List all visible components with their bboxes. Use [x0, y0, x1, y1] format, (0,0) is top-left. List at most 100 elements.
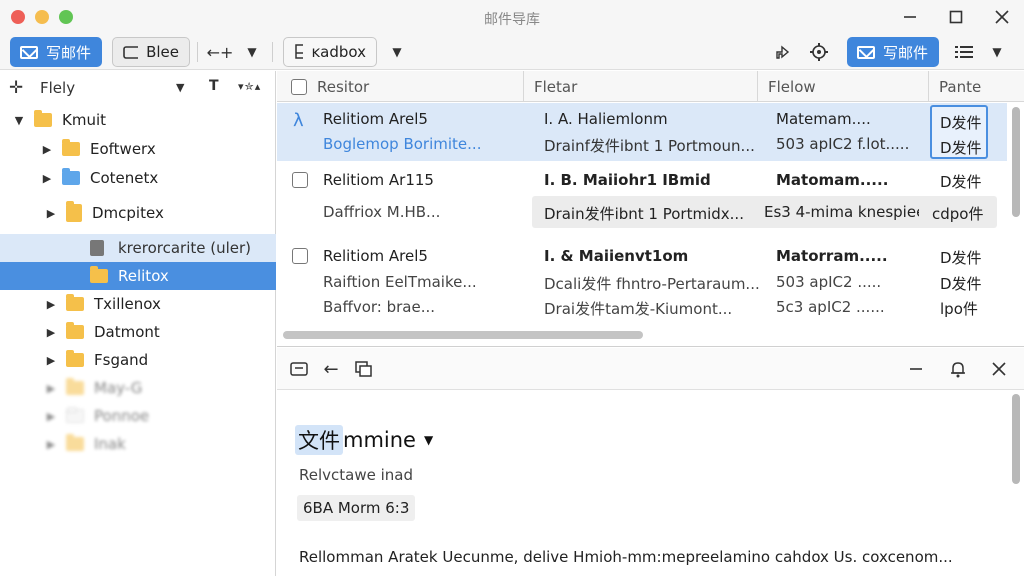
row-preview-highlight: Drain发件ibnt 1 Portmidx... Es3 4-mima kne… [532, 196, 997, 228]
vertical-scrollbar[interactable] [1012, 107, 1020, 217]
row-subject-secondary: Dcali发件 fhntro-Pertaraum... [544, 275, 760, 293]
row-sender-tertiary: Baffvor: brae... [323, 298, 436, 316]
sidebar-item-dmcpitex[interactable]: ▶ Dmcpitex [0, 199, 276, 227]
sidebar-item-kmuit[interactable]: ▼ Kmuit [0, 106, 276, 134]
move-icon[interactable]: ✛ [9, 78, 23, 98]
chevron-right-icon[interactable]: ▶ [44, 326, 58, 339]
sidebar-item-eoftwerx[interactable]: ▶ Eoftwerx [0, 135, 276, 163]
chevron-right-icon[interactable]: ▶ [44, 298, 58, 311]
compose-label: 写邮件 [46, 43, 92, 62]
maximize-icon[interactable] [945, 6, 967, 28]
column-header-pane[interactable]: Pante [929, 71, 1024, 102]
sidebar-item-may-g[interactable]: ▶ May-G [0, 374, 276, 402]
filter-icon[interactable]: ▾✮▴ [238, 80, 261, 93]
row-flow-secondary: 503 apIC2 f.lot..... [776, 135, 910, 153]
archive-icon[interactable] [288, 358, 310, 380]
close-icon[interactable] [988, 358, 1010, 380]
folder-icon [62, 168, 80, 185]
folder-icon [66, 322, 84, 339]
sidebar-item-krerorcarite[interactable]: krerorcarite (uler) [0, 234, 276, 262]
row-sender-secondary: Boglemop Borimite... [323, 135, 482, 153]
row-subject-secondary: Drainf发件ibnt 1 Portmoun... [544, 137, 755, 155]
row-sender: Relitiom Arel5 [323, 247, 428, 265]
forward-button[interactable]: ←+ [206, 37, 234, 67]
row-checkbox[interactable] [292, 172, 308, 188]
sidebar-item-label: Fsgand [94, 351, 149, 369]
vertical-scrollbar[interactable] [1012, 394, 1020, 484]
compose-button-2[interactable]: 写邮件 [847, 37, 939, 67]
column-header-sender[interactable]: Resitor [307, 71, 524, 102]
row-flow: Matemam.... [776, 110, 871, 128]
folder-icon [66, 407, 84, 423]
message-subject: 文件 mmine ▼ [295, 424, 433, 456]
toolbar-divider [197, 42, 198, 62]
toolbar: 写邮件 Blee ←+ ▼ ĸadbox ▼ 写邮件 ▼ [0, 34, 1024, 70]
row-subject-secondary: Drain发件ibnt 1 Portmidx... [544, 205, 744, 223]
row-pane-tertiary: lpo件 [940, 300, 978, 318]
sidebar-item-cotenetx[interactable]: ▶ Cotenetx [0, 164, 276, 192]
column-label: Resitor [317, 77, 370, 96]
message-subject-text: mmine [343, 428, 416, 452]
copy-icon[interactable] [353, 358, 375, 380]
inbox-button[interactable]: ĸadbox [283, 37, 377, 67]
sidebar-item-label: May-G [94, 379, 143, 397]
date-badge: 6BA Morm 6:3 [297, 495, 416, 521]
column-header-subject[interactable]: Fletar [524, 71, 758, 102]
chevron-right-icon[interactable]: ▶ [44, 207, 58, 220]
chevron-down-icon[interactable]: ▼ [386, 37, 408, 67]
envelope-icon [20, 45, 38, 59]
chevron-down-icon[interactable]: ▼ [424, 433, 433, 447]
blee-button[interactable]: Blee [112, 37, 190, 67]
sidebar-item-fsgand[interactable]: ▶ Fsgand [0, 346, 276, 374]
title-bar: 邮件导库 [0, 0, 1024, 34]
chevron-right-icon[interactable]: ▶ [40, 143, 54, 156]
thread-icon: λ [293, 110, 304, 131]
folder-icon [66, 294, 84, 311]
chevron-right-icon[interactable]: ▶ [40, 172, 54, 185]
sidebar-item-relitox[interactable]: Relitox [0, 262, 276, 290]
table-row[interactable]: λ Relitiom Arel5 Boglemop Borimite... I.… [277, 103, 1007, 161]
row-subject: I. A. Haliemlonm [544, 110, 668, 128]
row-flow: Matomam..... [776, 171, 889, 189]
sidebar-item-label: Inak [94, 435, 126, 453]
chevron-down-icon[interactable]: ▼ [240, 37, 264, 67]
table-row[interactable]: Relitiom Arel5 Raiftion EelTmaike... Baf… [277, 241, 1007, 331]
column-header-flow[interactable]: Flelow [758, 71, 929, 102]
sidebar-item-datmont[interactable]: ▶ Datmont [0, 318, 276, 346]
blee-label: Blee [146, 43, 179, 61]
back-arrow-icon[interactable]: ← [320, 358, 342, 380]
chevron-right-icon[interactable]: ▶ [44, 410, 58, 423]
row-flow-secondary: 503 apIC2 ..... [776, 273, 882, 291]
column-label: Pante [939, 77, 982, 96]
minimize-icon[interactable] [899, 6, 921, 28]
minimize-icon[interactable] [905, 358, 927, 380]
row-flow-tertiary: 5c3 apIC2 ...... [776, 298, 885, 316]
chevron-right-icon[interactable]: ▶ [44, 382, 58, 395]
horizontal-scrollbar[interactable] [283, 331, 643, 339]
sidebar-item-label: Ponnoe [94, 407, 150, 425]
chevron-down-icon[interactable]: ▼ [986, 37, 1008, 67]
table-row[interactable]: Relitiom Ar115 Daffriox M.HB... I. B. Ma… [277, 165, 1007, 233]
sidebar-item-inak[interactable]: ▶ Inak [0, 430, 276, 458]
row-pane-box[interactable]: D发件 D发件 [930, 105, 988, 159]
sidebar-item-txillenox[interactable]: ▶ Txillenox [0, 290, 276, 318]
chevron-right-icon[interactable]: ▶ [44, 354, 58, 367]
chevron-down-icon[interactable]: ▼ [176, 81, 184, 94]
chevron-right-icon[interactable]: ▶ [44, 438, 58, 451]
chevron-down-icon[interactable]: ▼ [12, 114, 26, 127]
reader-toolbar: ← [277, 348, 1024, 390]
sidebar-item-label: Cotenetx [90, 169, 159, 187]
select-all-checkbox[interactable] [291, 79, 307, 95]
folder-icon [34, 110, 52, 127]
share-icon[interactable] [770, 37, 794, 67]
compose2-label: 写邮件 [883, 43, 929, 62]
list-view-icon[interactable] [950, 37, 978, 67]
sidebar-item-label: Dmcpitex [92, 204, 164, 222]
bell-icon[interactable] [947, 358, 969, 380]
row-checkbox[interactable] [292, 248, 308, 264]
close-icon[interactable] [991, 6, 1013, 28]
gear-icon[interactable] [806, 37, 832, 67]
sort-icon[interactable]: T [209, 78, 219, 94]
compose-button[interactable]: 写邮件 [10, 37, 102, 67]
sidebar-item-ponnoe[interactable]: ▶ Ponnoe [0, 402, 276, 430]
